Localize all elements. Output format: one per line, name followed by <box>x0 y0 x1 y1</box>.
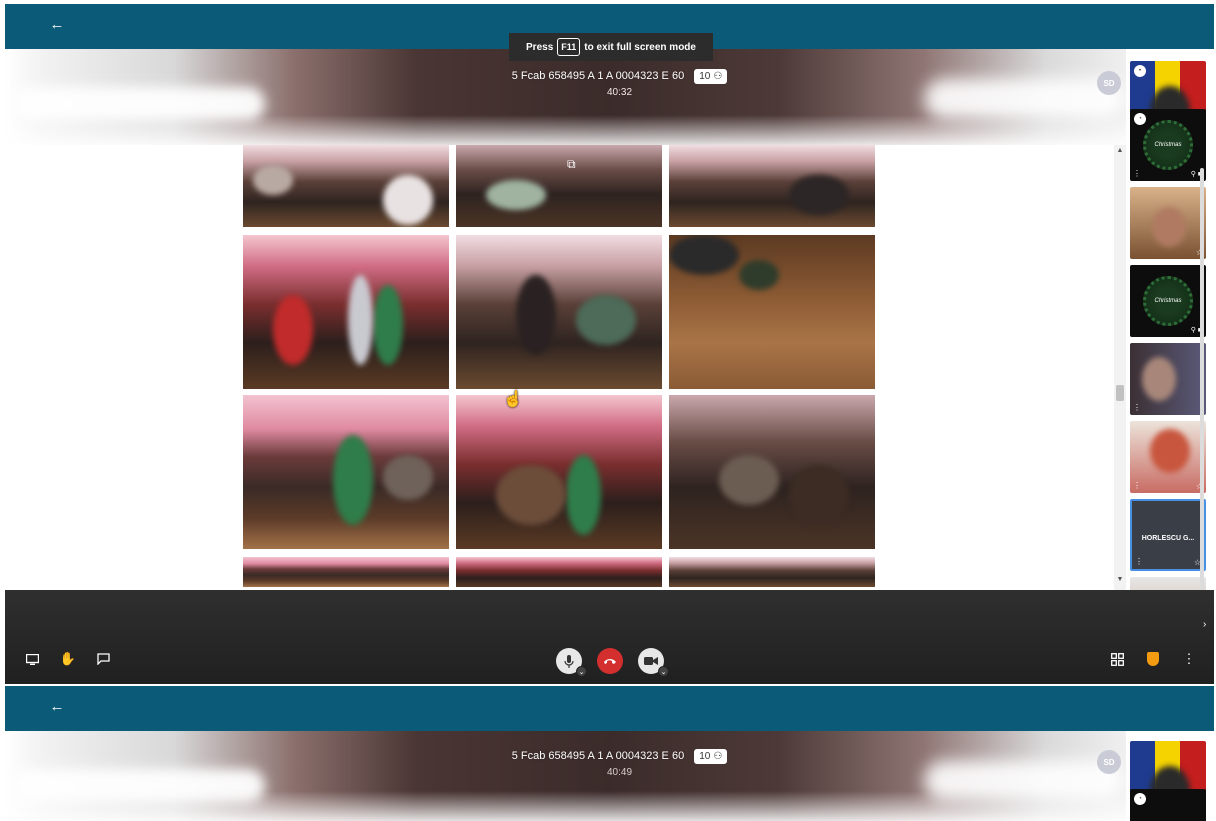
more-vertical-icon[interactable]: ⋮ <box>1133 403 1141 412</box>
photo-tile <box>243 145 449 227</box>
scroll-up-arrow-icon[interactable]: ▲ <box>1114 147 1126 159</box>
shield-icon[interactable] <box>1144 650 1162 668</box>
more-vertical-icon[interactable]: ⋮ <box>1180 650 1198 668</box>
more-vertical-icon[interactable]: ⋮ <box>1133 169 1141 178</box>
photo-tile <box>456 557 662 587</box>
meeting-window: ← Press F11 to exit full screen mode 5 F… <box>5 4 1214 684</box>
avatar[interactable]: SD <box>1097 750 1121 774</box>
participant-tile-active[interactable]: HORLESCU G... ⋮ ☆ <box>1130 499 1206 571</box>
participant-count: 10 <box>699 750 711 762</box>
toast-press-text: Press <box>526 41 554 53</box>
toolbar: ✋ ⌄ ⌄ ⋮ <box>5 590 1214 684</box>
photo-tile <box>456 235 662 389</box>
christmas-wreath-image: Christmas <box>1143 120 1193 170</box>
audio-level-icon: ◔ <box>1134 793 1146 805</box>
photo-tile <box>669 395 875 549</box>
toast-message: to exit full screen mode <box>584 41 696 53</box>
participant-count-badge[interactable]: 10 ⚇ <box>694 748 728 764</box>
photo-tile <box>243 235 449 389</box>
scroll-thumb[interactable] <box>1116 385 1124 401</box>
meeting-timer: 40:49 <box>606 767 633 778</box>
christmas-wreath-image: Christmas <box>1143 276 1193 326</box>
meeting-info: 5 Fcab 658495 A 1 A 0004323 E 60 10 ⚇ 40… <box>5 746 1214 778</box>
photo-tile <box>669 557 875 587</box>
phone-hangup-icon[interactable] <box>597 648 623 674</box>
fullscreen-toast: Press F11 to exit full screen mode <box>509 33 713 61</box>
meeting-timer: 40:32 <box>606 87 633 98</box>
hand-icon[interactable]: ✋ <box>59 650 77 668</box>
chevron-down-icon[interactable]: ⌄ <box>658 666 669 677</box>
chevron-right-icon[interactable]: › <box>1203 619 1206 630</box>
participant-tile[interactable]: Christmas ⚲ ■ <box>1130 265 1206 337</box>
participant-tile[interactable]: ◔ <box>1130 789 1206 821</box>
participant-tile[interactable]: ☆ <box>1130 187 1206 259</box>
toast-key: F11 <box>557 38 581 56</box>
people-icon: ⚇ <box>713 70 723 82</box>
photo-tile <box>456 145 662 227</box>
more-vertical-icon[interactable]: ⋮ <box>1133 481 1141 490</box>
participant-count: 10 <box>699 70 711 82</box>
participant-name: HORLESCU G... <box>1141 535 1195 542</box>
photo-tile <box>456 395 662 549</box>
shared-screen: ⧉ ☝ <box>5 145 1125 590</box>
participant-tile[interactable]: ⋮ ☆ <box>1130 421 1206 493</box>
hand-cursor-icon: ☝ <box>503 391 523 408</box>
participant-tile[interactable]: ◔ Christmas ⋮ ⚲ ■ <box>1130 109 1206 181</box>
participant-tile[interactable]: ⋮ <box>1130 343 1206 415</box>
microphone-icon[interactable]: ⌄ <box>556 648 587 677</box>
arrow-left-icon[interactable]: ← <box>49 17 65 33</box>
meeting-window-duplicate: ← 5 Fcab 658495 A 1 A 0004323 E 60 10 ⚇ … <box>5 686 1214 821</box>
shared-screen-scrollbar[interactable]: ▲ ▼ <box>1114 145 1126 590</box>
monitor-icon[interactable] <box>23 650 41 668</box>
participant-count-badge[interactable]: 10 ⚇ <box>694 68 728 84</box>
photo-tile <box>669 145 875 227</box>
copy-icon[interactable]: ⧉ <box>567 157 576 172</box>
people-icon: ⚇ <box>713 750 723 762</box>
meeting-title: 5 Fcab 658495 A 1 A 0004323 E 60 <box>511 750 685 762</box>
chevron-down-icon[interactable]: ⌄ <box>576 666 587 677</box>
photo-tile <box>243 557 449 587</box>
meeting-info: 5 Fcab 658495 A 1 A 0004323 E 60 10 ⚇ 40… <box>5 66 1214 98</box>
photo-tile <box>243 395 449 549</box>
audio-level-icon: ◔ <box>1134 113 1146 125</box>
more-vertical-icon[interactable]: ⋮ <box>1135 557 1143 566</box>
photo-tile <box>669 235 875 389</box>
top-bar: ← <box>5 686 1214 731</box>
avatar[interactable]: SD <box>1097 71 1121 95</box>
arrow-left-icon[interactable]: ← <box>49 699 65 715</box>
meeting-title: 5 Fcab 658495 A 1 A 0004323 E 60 <box>511 70 685 82</box>
scroll-down-arrow-icon[interactable]: ▼ <box>1114 576 1126 588</box>
filmstrip-scrollbar[interactable] <box>1200 168 1204 622</box>
grid-icon[interactable] <box>1108 650 1126 668</box>
video-camera-icon[interactable]: ⌄ <box>638 648 669 677</box>
chat-bubble-icon[interactable] <box>94 650 112 668</box>
